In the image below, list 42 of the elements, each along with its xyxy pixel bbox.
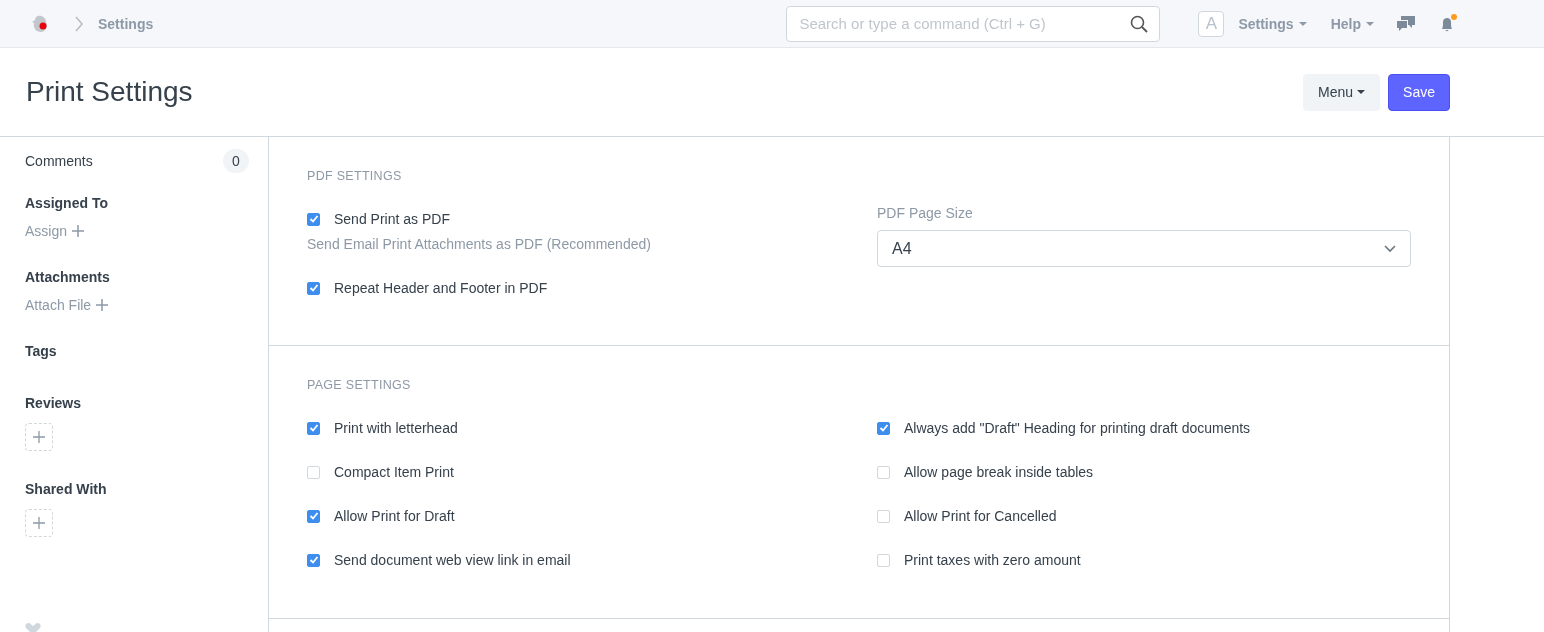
checkbox-label[interactable]: Send document web view link in email xyxy=(334,552,571,568)
save-button[interactable]: Save xyxy=(1388,73,1450,111)
sidebar-heading: Tags xyxy=(25,343,58,359)
checkbox-label[interactable]: Print taxes with zero amount xyxy=(904,552,1081,568)
page-size-select[interactable]: A4 xyxy=(877,230,1411,267)
plus-icon[interactable] xyxy=(96,299,109,311)
sidebar-heading: Shared With xyxy=(25,481,108,497)
add-button[interactable] xyxy=(25,509,53,537)
checkbox[interactable] xyxy=(307,509,320,523)
field-label: PDF Page Size xyxy=(877,205,974,221)
checkbox[interactable] xyxy=(307,421,320,435)
chevron-right-icon xyxy=(74,15,84,32)
sidebar-heading: Reviews xyxy=(25,395,83,411)
section-heading: PAGE SETTINGS xyxy=(307,378,412,392)
checkbox[interactable] xyxy=(307,212,320,226)
section-heading: PDF SETTINGS xyxy=(307,169,403,183)
checkbox[interactable] xyxy=(307,553,320,567)
search-field[interactable]: Search or type a command (Ctrl + G) xyxy=(786,5,1161,42)
checkbox-label[interactable]: Allow Print for Cancelled xyxy=(904,508,1057,524)
menu-button[interactable]: Menu xyxy=(1303,73,1381,111)
chevron-down-icon xyxy=(1384,244,1396,253)
checkbox-label[interactable]: Print with letterhead xyxy=(334,420,458,436)
page-title: Print Settings xyxy=(26,76,193,108)
checkbox[interactable] xyxy=(307,281,320,295)
comments-label[interactable]: Comments xyxy=(25,153,93,169)
comment-count: 0 xyxy=(223,149,249,173)
checkbox-label[interactable]: Repeat Header and Footer in PDF xyxy=(334,280,548,296)
checkbox-label[interactable]: Allow page break inside tables xyxy=(904,464,1094,480)
sidebar-heading: Attachments xyxy=(25,269,111,285)
checkbox-label[interactable]: Send Print as PDF xyxy=(334,211,450,227)
checkbox[interactable] xyxy=(877,421,890,435)
field-description: Send Email Print Attachments as PDF (Recommended) xyxy=(307,236,652,252)
add-button[interactable] xyxy=(25,423,53,451)
checkbox-label[interactable]: Allow Print for Draft xyxy=(334,508,455,524)
chat-icon[interactable] xyxy=(1396,14,1416,33)
checkbox-label[interactable]: Compact Item Print xyxy=(334,464,454,480)
plus-icon[interactable] xyxy=(72,225,85,237)
checkbox-label[interactable]: Always add "Draft" Heading for printing draft documents xyxy=(904,420,1251,436)
search-icon xyxy=(1130,14,1149,33)
sidebar-heading: Assigned To xyxy=(25,195,109,211)
plus-icon xyxy=(33,431,45,443)
plus-icon xyxy=(33,517,45,529)
